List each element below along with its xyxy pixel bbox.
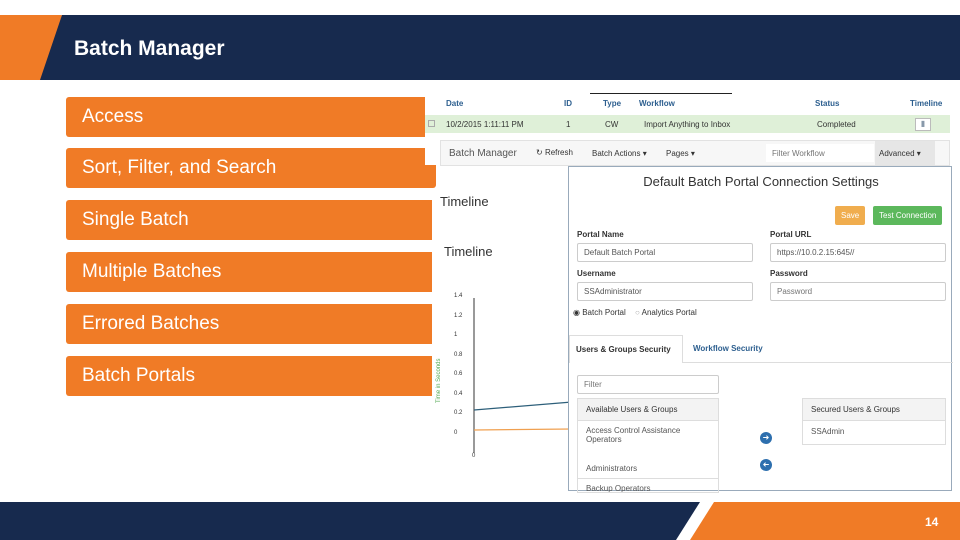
cell-workflow: Import Anything to Inbox [644, 120, 731, 129]
page-number: 14 [925, 515, 939, 529]
y-tick: 0.4 [454, 390, 463, 397]
refresh-button[interactable]: ↻ Refresh [536, 148, 573, 157]
portal-url-label: Portal URL [770, 230, 812, 239]
radio-batch-label: Batch Portal [582, 308, 626, 317]
topic-batch-portals: Batch Portals [66, 356, 436, 396]
refresh-label: Refresh [544, 148, 573, 157]
password-label: Password [770, 269, 808, 278]
secured-users-header: Secured Users & Groups [802, 398, 946, 421]
x-tick: 0 [472, 453, 476, 459]
series-line-2 [473, 428, 572, 431]
arrow-left-icon[interactable]: ➜ [760, 459, 772, 471]
timeline-heading-2: Timeline [444, 244, 493, 259]
filter-workflow-input[interactable] [766, 144, 874, 162]
test-connection-button[interactable]: Test Connection [873, 206, 943, 225]
col-timeline[interactable]: Timeline [910, 99, 942, 108]
portal-name-input[interactable]: Default Batch Portal [577, 243, 753, 262]
username-label: Username [577, 269, 616, 278]
table-row[interactable]: 10/2/2015 1:11:11 PM 1 CW Import Anythin… [425, 115, 950, 133]
y-tick: 0 [454, 429, 458, 436]
dialog-title: Default Batch Portal Connection Settings [643, 174, 879, 189]
list-item[interactable]: Access Control Assistance Operators [578, 421, 718, 459]
col-status[interactable]: Status [815, 99, 839, 108]
list-item[interactable]: Administrators [578, 459, 718, 479]
pages-menu[interactable]: Pages ▾ [666, 149, 695, 158]
y-tick: 1.4 [454, 293, 463, 299]
col-workflow[interactable]: Workflow [639, 99, 675, 108]
y-tick: 0.8 [454, 351, 463, 358]
portal-url-input[interactable]: https://10.0.2.15:645// [770, 243, 946, 262]
cell-date: 10/2/2015 1:11:11 PM [446, 120, 524, 129]
topic-multiple-batches: Multiple Batches [66, 252, 436, 292]
password-input[interactable] [770, 282, 946, 301]
y-tick: 0.2 [454, 410, 463, 416]
radio-analytics-portal[interactable]: ○ Analytics Portal [635, 308, 697, 317]
list-item[interactable]: Backup Operators [578, 479, 718, 492]
tab-workflow-security[interactable]: Workflow Security [693, 344, 763, 353]
users-filter-input[interactable] [577, 375, 719, 394]
available-users-header: Available Users & Groups [577, 398, 719, 421]
cell-type: CW [605, 120, 619, 129]
batch-actions-menu[interactable]: Batch Actions ▾ [592, 149, 647, 158]
cell-id: 1 [566, 120, 571, 129]
toolbar-title: Batch Manager [449, 148, 517, 159]
slide-title: Batch Manager [74, 37, 225, 60]
y-tick: 0.6 [454, 371, 463, 377]
timeline-screenshot: Timeline Timeline 1.4 1.2 1 0.8 0.6 0.4 0.2 0 T… [432, 188, 572, 468]
col-type[interactable]: Type [603, 99, 621, 108]
topic-errored-batches: Errored Batches [66, 304, 436, 344]
topic-sort-filter-search: Sort, Filter, and Search [66, 148, 436, 188]
tab-users-groups-security[interactable]: Users & Groups Security [569, 335, 683, 363]
footer-accent [690, 502, 960, 540]
radio-batch-portal[interactable]: ◉ Batch Portal [573, 308, 626, 317]
y-tick: 1 [454, 332, 458, 338]
radio-analytics-label: Analytics Portal [641, 308, 697, 317]
y-axis-label: Time in Seconds [436, 358, 442, 403]
timeline-chart [473, 298, 572, 453]
timeline-chart-icon[interactable]: ▮ [915, 118, 931, 131]
arrow-right-icon[interactable]: ➜ [760, 432, 772, 444]
footer-bar [0, 502, 700, 540]
row-checkbox[interactable] [428, 120, 435, 127]
y-tick: 1.2 [454, 312, 463, 319]
available-users-list: Access Control Assistance Operators Admi… [577, 421, 719, 493]
batch-manager-toolbar: Batch Manager ↻ Refresh Batch Actions ▾ … [440, 140, 950, 166]
col-id[interactable]: ID [564, 99, 572, 108]
portal-settings-dialog: Default Batch Portal Connection Settings… [568, 166, 953, 493]
topic-access: Access [66, 97, 436, 137]
save-button[interactable]: Save [835, 206, 866, 225]
series-line-1 [473, 401, 572, 411]
topic-single-batch: Single Batch [66, 200, 436, 240]
refresh-icon: ↻ [536, 148, 545, 157]
portal-name-label: Portal Name [577, 230, 624, 239]
advanced-button[interactable]: Advanced ▾ [875, 141, 935, 165]
cell-status: Completed [817, 120, 856, 129]
timeline-heading: Timeline [440, 194, 489, 209]
list-item[interactable]: SSAdmin [802, 421, 946, 445]
col-date[interactable]: Date [446, 99, 463, 108]
username-input[interactable]: SSAdministrator [577, 282, 753, 301]
